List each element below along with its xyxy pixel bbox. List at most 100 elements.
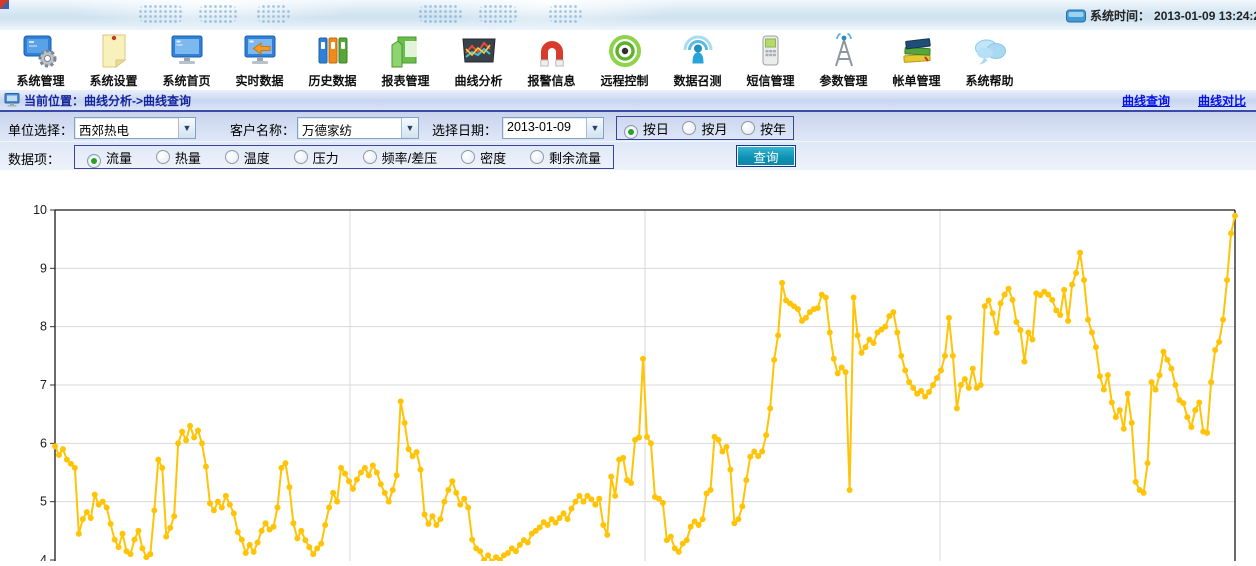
unit-select-value: 西郊热电 [75, 118, 178, 138]
breadcrumb-bar: 当前位置：曲线分析->曲线查询 曲线查询曲线对比 [0, 90, 1256, 112]
decor-speckle [138, 4, 184, 24]
param-manage-icon [824, 31, 864, 71]
period-radio-icon-2[interactable] [741, 121, 755, 135]
system-time: 系统时间： 2013-01-09 13:24:2 [1066, 7, 1256, 24]
toolbar-item-label: 系统首页 [162, 72, 210, 89]
dropdown-arrow-icon[interactable]: ▼ [586, 118, 603, 138]
toolbar-item-10[interactable]: 短信管理 [734, 30, 807, 88]
date-select-label: 选择日期： [432, 120, 497, 139]
report-manage-icon [386, 31, 426, 71]
period-option-label: 按年 [760, 119, 786, 138]
period-option-2[interactable]: 按年 [741, 119, 786, 138]
unit-select-label: 单位选择： [8, 120, 73, 139]
period-option-0[interactable]: 按日 [624, 119, 669, 138]
sms-manage-icon [751, 31, 791, 71]
toolbar-item-11[interactable]: 参数管理 [807, 30, 880, 88]
dropdown-arrow-icon[interactable]: ▼ [178, 118, 195, 138]
system-settings-icon [94, 31, 134, 71]
dropdown-arrow-icon[interactable]: ▼ [401, 118, 418, 138]
breadcrumb-link-1[interactable]: 曲线对比 [1198, 92, 1246, 109]
filter-row-1: 单位选择： 西郊热电 ▼ 客户名称： 万德家纺 ▼ 选择日期： 2013-01-… [0, 113, 1256, 141]
toolbar-item-label: 参数管理 [819, 72, 867, 89]
toolbar-item-label: 报表管理 [381, 72, 429, 89]
breadcrumb-links: 曲线查询 曲线对比 [1122, 92, 1246, 109]
data-radio-group: 流量 热量 温度 压力 频率/差压 密度 剩余流量 [74, 145, 614, 169]
data-option-label: 温度 [244, 148, 270, 167]
customer-select[interactable]: 万德家纺 ▼ [297, 117, 419, 139]
unit-select[interactable]: 西郊热电 ▼ [74, 117, 196, 139]
toolbar-item-label: 历史数据 [308, 72, 356, 89]
svg-text:8: 8 [40, 320, 47, 334]
decor-speckle [418, 4, 462, 24]
breadcrumb-prefix: 当前位置： [24, 94, 84, 108]
toolbar-item-label: 数据召测 [673, 72, 721, 89]
breadcrumb-link-0[interactable]: 曲线查询 [1122, 92, 1170, 109]
date-select-value: 2013-01-09 [503, 118, 586, 138]
system-manage-icon [21, 31, 61, 71]
corner-logo-icon [0, 0, 9, 9]
customer-select-label: 客户名称： [230, 120, 295, 139]
toolbar-item-2[interactable]: 系统首页 [150, 30, 223, 88]
period-option-label: 按日 [643, 119, 669, 138]
data-option-3[interactable]: 压力 [294, 148, 339, 167]
svg-text:7: 7 [40, 378, 47, 392]
toolbar-item-label: 系统设置 [89, 72, 137, 89]
system-time-label: 系统时间： [1090, 7, 1150, 24]
period-option-label: 按月 [701, 119, 727, 138]
svg-text:4: 4 [40, 553, 47, 561]
data-option-label: 热量 [175, 148, 201, 167]
curve-chart: 45678910 [0, 185, 1256, 561]
data-option-4[interactable]: 频率/差压 [363, 148, 438, 167]
toolbar-item-label: 远程控制 [600, 72, 648, 89]
toolbar-item-6[interactable]: 曲线分析 [442, 30, 515, 88]
filter-panel: 单位选择： 西郊热电 ▼ 客户名称： 万德家纺 ▼ 选择日期： 2013-01-… [0, 112, 1256, 170]
toolbar-item-8[interactable]: 远程控制 [588, 30, 661, 88]
toolbar-item-9[interactable]: 数据召测 [661, 30, 734, 88]
data-option-5[interactable]: 密度 [461, 148, 506, 167]
toolbar-item-4[interactable]: 历史数据 [296, 30, 369, 88]
data-option-6[interactable]: 剩余流量 [530, 148, 601, 167]
data-option-0[interactable]: 流量 [87, 148, 132, 167]
toolbar-item-label: 曲线分析 [454, 72, 502, 89]
toolbar-item-5[interactable]: 报表管理 [369, 30, 442, 88]
data-radio-icon-1[interactable] [156, 150, 170, 164]
system-time-value: 2013-01-09 13:24:2 [1154, 9, 1256, 23]
toolbar-item-7[interactable]: 报警信息 [515, 30, 588, 88]
toolbar-item-label: 实时数据 [235, 72, 283, 89]
date-select[interactable]: 2013-01-09 ▼ [502, 117, 604, 139]
data-radio-icon-4[interactable] [363, 150, 377, 164]
main-toolbar: 系统管理 系统设置 系统首页 实时数据 历史数据 报表管理 曲线分析报警信息远程控制 数据召测… [4, 30, 1254, 90]
data-radio-icon-6[interactable] [530, 150, 544, 164]
data-option-1[interactable]: 热量 [156, 148, 201, 167]
system-help-icon [970, 31, 1010, 71]
decor-speckle [548, 4, 582, 24]
toolbar-item-12[interactable]: 帐单管理 [880, 30, 953, 88]
toolbar-item-label: 帐单管理 [892, 72, 940, 89]
data-radio-icon-2[interactable] [225, 150, 239, 164]
toolbar-item-0[interactable]: 系统管理 [4, 30, 77, 88]
toolbar-item-3[interactable]: 实时数据 [223, 30, 296, 88]
period-radio-icon-0[interactable] [624, 125, 638, 139]
period-radio-group: 按日 按月 按年 [616, 116, 794, 140]
toolbar-item-13[interactable]: 系统帮助 [953, 30, 1026, 88]
decor-speckle [478, 4, 518, 24]
history-data-icon [313, 31, 353, 71]
clock-icon [1066, 9, 1086, 23]
data-option-2[interactable]: 温度 [225, 148, 270, 167]
toolbar-item-label: 系统管理 [16, 72, 64, 89]
period-radio-icon-1[interactable] [682, 121, 696, 135]
data-option-label: 剩余流量 [549, 148, 601, 167]
customer-select-value: 万德家纺 [298, 118, 401, 138]
data-radio-icon-5[interactable] [461, 150, 475, 164]
svg-text:9: 9 [40, 261, 47, 275]
data-radio-icon-0[interactable] [87, 154, 101, 168]
curve-analysis-icon [459, 31, 499, 71]
decor-speckle [198, 4, 238, 24]
query-button[interactable]: 查询 [736, 145, 796, 167]
data-radio-icon-3[interactable] [294, 150, 308, 164]
toolbar-item-1[interactable]: 系统设置 [77, 30, 150, 88]
data-item-label: 数据项： [8, 149, 60, 168]
data-option-label: 压力 [313, 148, 339, 167]
data-option-label: 频率/差压 [382, 148, 438, 167]
period-option-1[interactable]: 按月 [682, 119, 727, 138]
